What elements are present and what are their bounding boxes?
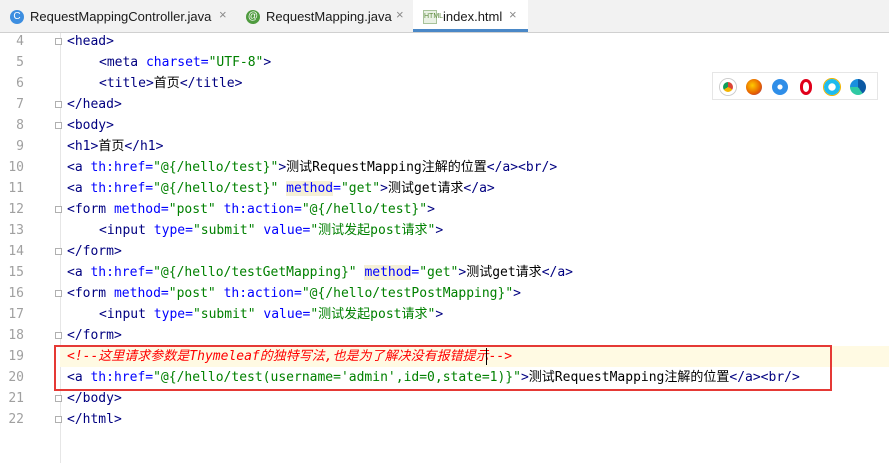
line-number: 9	[16, 139, 24, 154]
tab-label: RequestMapping.java	[266, 9, 392, 24]
tab-label: index.html	[443, 9, 503, 24]
tab-index-html[interactable]: HTML index.html ×	[413, 0, 528, 32]
line-number: 17	[8, 307, 24, 322]
code-line-8[interactable]: <body>	[67, 115, 114, 136]
fold-marker-icon[interactable]	[55, 122, 62, 129]
opera-icon[interactable]	[800, 79, 812, 95]
safari-icon[interactable]	[772, 79, 788, 95]
internet-explorer-icon[interactable]	[824, 79, 840, 95]
tab-request-mapping-controller[interactable]: C RequestMappingController.java ×	[0, 0, 235, 32]
code-line-12[interactable]: <form method="post" th:action="@{/hello/…	[67, 199, 435, 220]
tab-label: RequestMappingController.java	[30, 9, 212, 24]
line-number: 6	[16, 76, 24, 91]
code-line-15[interactable]: <a th:href="@{/hello/testGetMapping}" me…	[67, 262, 573, 283]
chrome-icon[interactable]	[720, 79, 736, 95]
code-line-4[interactable]: <head>	[67, 31, 114, 52]
line-number: 15	[8, 265, 24, 280]
line-number: 16	[8, 286, 24, 301]
java-class-icon: C	[10, 10, 24, 24]
line-number: 8	[16, 118, 24, 133]
code-line-9[interactable]: <h1>首页</h1>	[67, 136, 163, 157]
edge-icon[interactable]	[850, 79, 866, 95]
fold-marker-icon[interactable]	[55, 395, 62, 402]
browser-preview-toolbar	[712, 72, 878, 100]
line-number: 13	[8, 223, 24, 238]
fold-marker-icon[interactable]	[55, 248, 62, 255]
close-icon[interactable]: ×	[219, 7, 227, 22]
code-line-16[interactable]: <form method="post" th:action="@{/hello/…	[67, 283, 521, 304]
code-line-5[interactable]: <meta charset="UTF-8">	[99, 52, 271, 73]
code-line-10[interactable]: <a th:href="@{/hello/test}">测试RequestMap…	[67, 157, 557, 178]
code-line-6[interactable]: <title>首页</title>	[99, 73, 242, 94]
fold-marker-icon[interactable]	[55, 206, 62, 213]
code-line-11[interactable]: <a th:href="@{/hello/test}" method="get"…	[67, 178, 495, 199]
fold-marker-icon[interactable]	[55, 416, 62, 423]
fold-marker-icon[interactable]	[55, 290, 62, 297]
line-number: 14	[8, 244, 24, 259]
line-number: 5	[16, 55, 24, 70]
firefox-icon[interactable]	[746, 79, 762, 95]
close-icon[interactable]: ×	[396, 7, 404, 22]
line-number: 18	[8, 328, 24, 343]
code-line-21[interactable]: </body>	[67, 388, 122, 409]
code-line-13[interactable]: <input type="submit" value="测试发起post请求">	[99, 220, 443, 241]
fold-marker-icon[interactable]	[55, 101, 62, 108]
line-number: 20	[8, 370, 24, 385]
fold-marker-icon[interactable]	[55, 332, 62, 339]
code-line-18[interactable]: </form>	[67, 325, 122, 346]
line-number: 21	[8, 391, 24, 406]
html-file-icon: HTML	[423, 10, 443, 24]
code-line-22[interactable]: </html>	[67, 409, 122, 430]
code-line-14[interactable]: </form>	[67, 241, 122, 262]
line-number: 12	[8, 202, 24, 217]
code-line-7[interactable]: </head>	[67, 94, 122, 115]
editor-tab-bar: C RequestMappingController.java × @ Requ…	[0, 0, 889, 33]
line-number: 22	[8, 412, 24, 427]
line-number: 19	[8, 349, 24, 364]
annotation-icon: @	[246, 10, 260, 24]
line-number: 10	[8, 160, 24, 175]
code-line-17[interactable]: <input type="submit" value="测试发起post请求">	[99, 304, 443, 325]
fold-marker-icon[interactable]	[55, 38, 62, 45]
line-number: 11	[8, 181, 24, 196]
highlight-annotation-box	[54, 345, 832, 391]
tab-request-mapping[interactable]: @ RequestMapping.java ×	[236, 0, 412, 32]
line-number: 4	[16, 34, 24, 49]
close-icon[interactable]: ×	[509, 7, 517, 22]
line-number: 7	[16, 97, 24, 112]
